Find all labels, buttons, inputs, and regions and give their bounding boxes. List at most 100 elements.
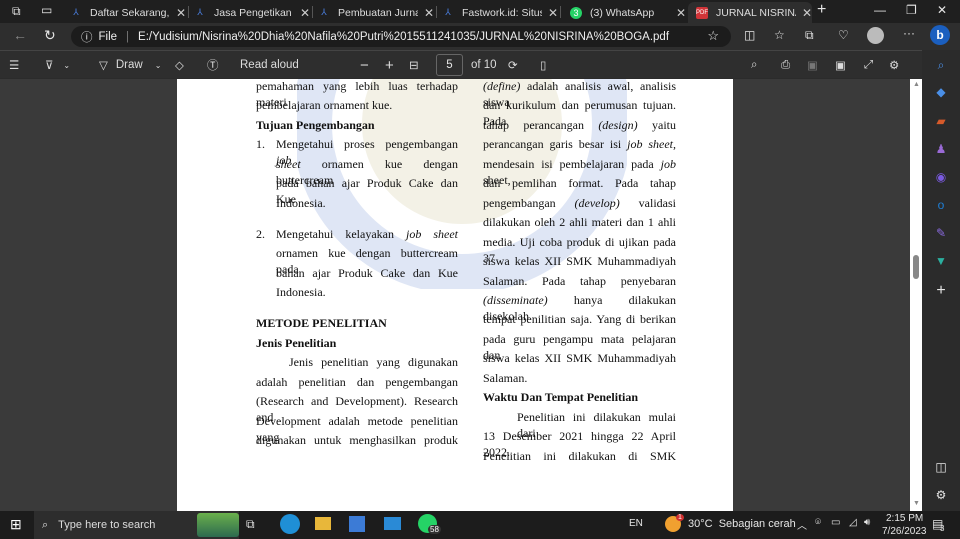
wifi-icon[interactable]: ◿ bbox=[849, 517, 857, 528]
close-icon[interactable]: ✕ bbox=[176, 6, 186, 20]
close-icon[interactable]: ✕ bbox=[548, 6, 558, 20]
task-view-icon[interactable]: ⧉ bbox=[246, 517, 255, 532]
text-segment: Mengetahui proses pengembangan bbox=[276, 137, 458, 152]
italic-text: job sheet bbox=[405, 226, 458, 241]
store-icon[interactable] bbox=[349, 516, 365, 532]
fit-page-icon[interactable]: ⊟ bbox=[409, 51, 419, 79]
save-as-icon[interactable]: ▣ bbox=[835, 51, 846, 79]
restore-icon[interactable]: ❐ bbox=[906, 3, 917, 17]
text-segment: tempat penilitian saja. Yang di berikan bbox=[483, 312, 676, 327]
add-sidebar-icon[interactable]: + bbox=[932, 282, 950, 300]
vertical-scrollbar[interactable]: ▲ ▼ bbox=[910, 79, 922, 511]
erase-icon[interactable]: ◇ bbox=[175, 51, 184, 79]
clock-time[interactable]: 2:15 PM bbox=[886, 513, 923, 524]
text-segment: dan pemlihan format. Pada tahap bbox=[483, 176, 676, 191]
back-icon[interactable]: ← bbox=[13, 27, 27, 43]
close-icon[interactable]: ✕ bbox=[300, 6, 310, 20]
italic-text: (develop) bbox=[574, 195, 620, 210]
tab-daftar[interactable]: ⅄Daftar Sekarang, Mul✕ bbox=[62, 2, 186, 23]
new-tab-icon[interactable]: + bbox=[817, 1, 826, 19]
text-segment: Indonesia. bbox=[276, 285, 326, 300]
profile-avatar[interactable] bbox=[867, 27, 884, 44]
browser-essentials-icon[interactable]: ♡ bbox=[838, 28, 849, 42]
pdf-page: pemahaman yang lebih luas terhadap mater… bbox=[177, 79, 733, 511]
volume-icon[interactable]: 🔊︎ bbox=[864, 517, 870, 528]
tab-pembuatan[interactable]: ⅄Pembuatan Jurnal &✕ bbox=[310, 2, 434, 23]
text-line: Mengetahui kelayakan job sheet bbox=[276, 226, 458, 242]
heading-text: Waktu Dan Tempat Penelitian bbox=[483, 390, 639, 405]
draw-button[interactable]: ▽ Draw ⌄ bbox=[99, 51, 161, 79]
page-view-icon[interactable]: ▯ bbox=[540, 51, 546, 79]
zoom-in-icon[interactable]: + bbox=[385, 51, 394, 79]
zoom-out-icon[interactable]: − bbox=[360, 51, 369, 79]
url-field[interactable]: ⓘ File | E:/Yudisium/Nisrina%20Dhia%20Na… bbox=[71, 26, 731, 47]
close-icon[interactable]: ✕ bbox=[802, 6, 812, 20]
tab-actions-icon[interactable]: ▭ bbox=[41, 3, 52, 17]
tools-icon[interactable]: ▰ bbox=[932, 112, 950, 130]
refresh-icon[interactable]: ↻ bbox=[44, 27, 56, 44]
clock-date[interactable]: 7/26/2023 bbox=[882, 526, 927, 537]
settings-icon[interactable]: ⚙ bbox=[889, 51, 899, 79]
text-line: pembelajaran ornament kue. bbox=[256, 97, 392, 113]
taskbar-search[interactable]: ⌕ Type here to search bbox=[34, 511, 239, 539]
favorites-icon[interactable]: ☆ bbox=[774, 28, 785, 42]
contents-icon[interactable]: ☰ bbox=[9, 51, 19, 79]
search-highlight-image bbox=[197, 513, 239, 537]
italic-text: (disseminate) bbox=[483, 292, 548, 307]
search-sidebar-icon[interactable]: ⌕ bbox=[932, 56, 950, 74]
file-explorer-icon[interactable] bbox=[315, 517, 331, 530]
meet-icon[interactable]: ⌾ bbox=[815, 517, 821, 528]
edge-taskbar-icon[interactable] bbox=[280, 514, 300, 534]
bing-copilot-icon[interactable]: b bbox=[930, 25, 950, 45]
battery-icon[interactable]: ▭ bbox=[831, 517, 840, 528]
tab-whatsapp[interactable]: 3 (3) WhatsApp ✕ bbox=[562, 2, 686, 23]
page-number-input[interactable]: 5 bbox=[436, 54, 463, 76]
tab-fastwork[interactable]: ⅄Fastwork.id: Situs Fre✕ bbox=[434, 2, 558, 23]
scrollbar-thumb[interactable] bbox=[913, 255, 919, 279]
designer-icon[interactable]: ✎ bbox=[932, 224, 950, 242]
split-screen-icon[interactable]: ◫ bbox=[744, 28, 755, 42]
more-icon[interactable]: ··· bbox=[903, 26, 915, 40]
search-icon[interactable]: ⌕ bbox=[751, 51, 757, 79]
workspaces-icon[interactable]: ⧉ bbox=[12, 4, 21, 19]
save-icon[interactable]: ▣ bbox=[807, 51, 818, 79]
rotate-icon[interactable]: ⟳ bbox=[508, 51, 518, 79]
weather-text[interactable]: 30°C Sebagian cerah bbox=[688, 518, 796, 530]
text-segment: Salaman. bbox=[483, 370, 528, 385]
windows-start-icon[interactable]: ⊞ bbox=[10, 516, 22, 533]
collections-icon[interactable]: ⧉ bbox=[805, 28, 814, 43]
text-line: pengembangan (develop) validasi bbox=[483, 195, 676, 211]
text-line: perancangan garis besar isi job sheet, bbox=[483, 136, 676, 152]
mail-icon[interactable] bbox=[384, 517, 401, 530]
add-favorite-icon[interactable]: ☆ bbox=[707, 28, 719, 44]
close-window-icon[interactable]: ✕ bbox=[937, 3, 947, 17]
shopping-icon[interactable]: ◆ bbox=[932, 83, 950, 101]
tab-jurnal-pdf[interactable]: PDFJURNAL NISRINA BO✕ bbox=[688, 2, 812, 23]
fullscreen-icon[interactable]: ⤢ bbox=[864, 51, 873, 79]
text-segment: Mengetahui kelayakan bbox=[276, 226, 406, 241]
highlight-icon[interactable]: ⊽ ⌄ bbox=[45, 51, 70, 79]
show-hidden-icons[interactable]: ︿ bbox=[797, 517, 807, 532]
text-line: siswa kelas XII SMK Muhammadiyah bbox=[483, 350, 676, 366]
minimize-icon[interactable]: — bbox=[874, 3, 886, 17]
heading-text: METODE PENELITIAN bbox=[256, 316, 387, 331]
drop-icon[interactable]: ▼ bbox=[932, 252, 950, 270]
text-line: Tujuan Pengembangan bbox=[256, 117, 375, 133]
microsoft365-icon[interactable]: ◉ bbox=[932, 168, 950, 186]
tab-jasa[interactable]: ⅄Jasa Pengetikan Onlir✕ bbox=[186, 2, 310, 23]
language-indicator[interactable]: EN bbox=[629, 518, 643, 529]
read-aloud-button[interactable]: Read aloud bbox=[240, 51, 299, 79]
sidebar-settings-icon[interactable]: ⚙ bbox=[932, 486, 950, 504]
games-icon[interactable]: ♟ bbox=[932, 140, 950, 158]
text-line: Jenis penelitian yang digunakan bbox=[289, 354, 458, 370]
close-icon[interactable]: ✕ bbox=[424, 6, 434, 20]
outlook-icon[interactable]: o bbox=[932, 196, 950, 214]
text-icon[interactable]: Ⓣ bbox=[207, 51, 219, 79]
hide-sidebar-icon[interactable]: ◫ bbox=[932, 458, 950, 476]
text-segment: Salaman. Pada tahap penyebaran bbox=[483, 273, 676, 288]
text-segment: perancangan garis besar isi bbox=[483, 137, 628, 152]
close-icon[interactable]: ✕ bbox=[676, 6, 686, 20]
print-icon[interactable]: ⎙ bbox=[781, 51, 790, 79]
text-segment: yaitu bbox=[637, 117, 676, 132]
text-segment: Penelitian ini dilakukan di SMK bbox=[483, 448, 676, 463]
